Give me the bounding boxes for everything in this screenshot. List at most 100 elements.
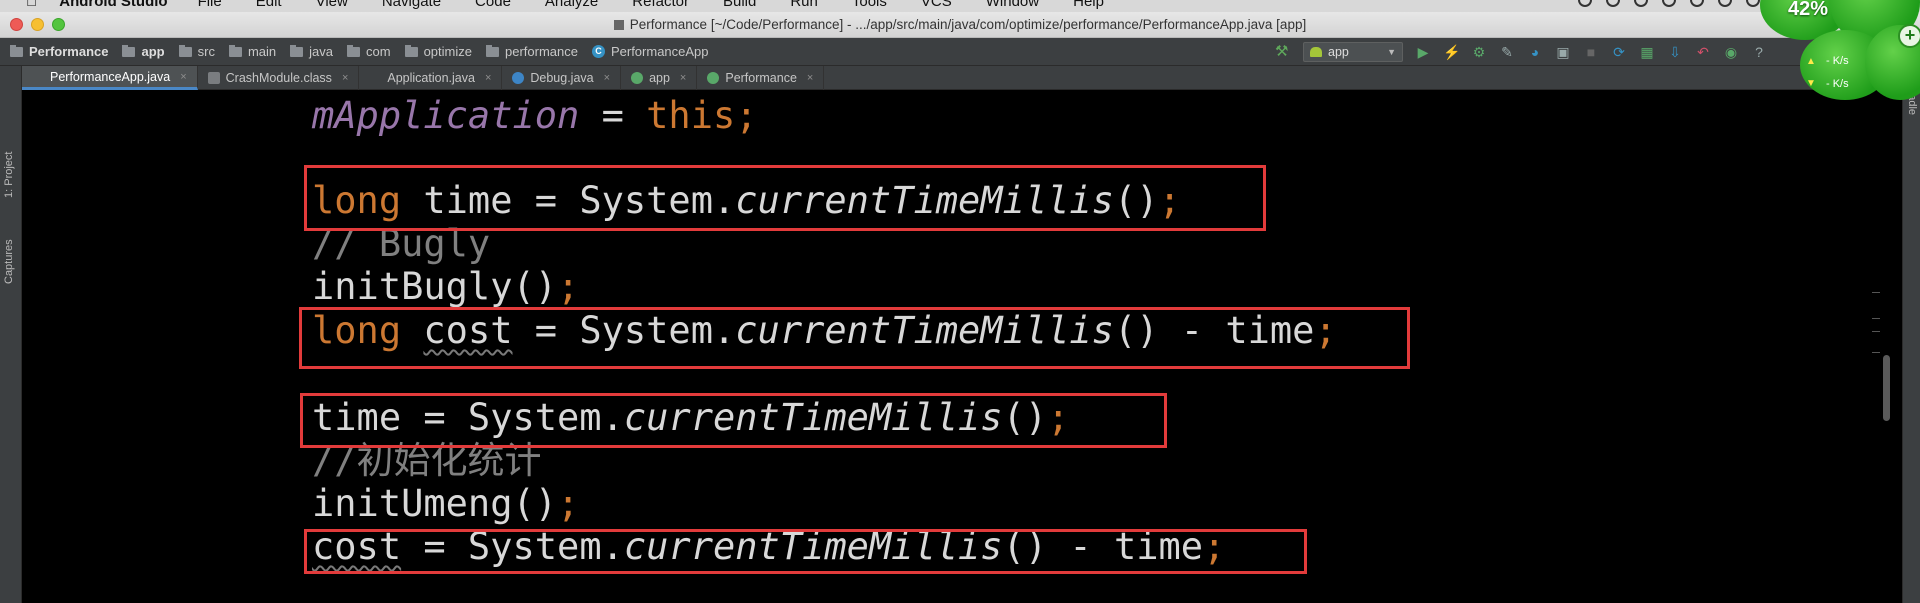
- tray-icon[interactable]: [1718, 0, 1732, 7]
- project-tool-button[interactable]: 1: Project: [3, 152, 15, 198]
- sync-gradle-icon[interactable]: ⟳: [1611, 44, 1627, 60]
- editor-tab[interactable]: PerformanceApp.java ×: [22, 66, 198, 90]
- breadcrumb-label: src: [197, 44, 215, 59]
- sdk-manager-icon[interactable]: ⇩: [1667, 44, 1683, 60]
- code-line[interactable]: initBugly();: [312, 266, 579, 308]
- plus-icon[interactable]: +: [1898, 24, 1920, 48]
- editor-tab[interactable]: app ×: [621, 66, 698, 90]
- captures-tool-button[interactable]: Captures: [3, 239, 15, 284]
- error-stripe-mark[interactable]: [1872, 331, 1880, 332]
- close-tab-icon[interactable]: ×: [604, 72, 610, 84]
- package-icon: [347, 44, 360, 57]
- stop-icon[interactable]: ■: [1583, 44, 1599, 60]
- folder-icon: [178, 44, 192, 57]
- undo-icon[interactable]: ↶: [1695, 44, 1711, 60]
- tray-icon[interactable]: [1634, 0, 1648, 7]
- editor-gutter[interactable]: [22, 90, 125, 603]
- profiler-icon[interactable]: ◕: [1527, 44, 1543, 60]
- editor-tab[interactable]: Performance ×: [697, 66, 825, 90]
- debug-icon[interactable]: ⚙: [1471, 44, 1487, 60]
- menu-navigate[interactable]: Navigate: [382, 0, 441, 10]
- editor-tab[interactable]: CrashModule.class ×: [198, 66, 360, 90]
- apple-menu-icon[interactable]: : [26, 0, 37, 10]
- macos-menu-bar:  Android Studio File Edit View Navigate Cod…: [0, 0, 1920, 12]
- menu-view[interactable]: View: [316, 0, 348, 10]
- highlight-box: [304, 165, 1266, 231]
- breadcrumb-item[interactable]: src: [178, 44, 215, 59]
- upload-arrow-icon: ▲: [1806, 56, 1816, 67]
- menu-tools[interactable]: Tools: [852, 0, 887, 10]
- tab-label: PerformanceApp.java: [50, 69, 171, 84]
- attach-debugger-icon[interactable]: ✎: [1499, 44, 1515, 60]
- breadcrumb-label: Performance: [29, 44, 109, 59]
- menu-edit[interactable]: Edit: [256, 0, 282, 10]
- main-toolbar: ⚒ app ▼ ▶ ⚡ ⚙ ✎ ◕ ▣ ■ ⟳ ▦ ⇩ ↶ ◉ ?: [1275, 42, 1767, 62]
- menu-window[interactable]: Window: [986, 0, 1039, 10]
- breadcrumb-item[interactable]: java: [290, 44, 333, 59]
- window-title-bar: Performance [~/Code/Performance] - .../a…: [0, 12, 1920, 38]
- menu-vcs[interactable]: VCS: [921, 0, 952, 10]
- breadcrumb-label: com: [366, 44, 391, 59]
- battery-percent: 42%: [1788, 0, 1829, 20]
- clover-monitor-widget[interactable]: 42% ▲ - K/s ▼ - K/s +: [1760, 0, 1920, 100]
- code-token: =: [579, 94, 647, 137]
- highlight-box: [300, 393, 1167, 448]
- menu-help[interactable]: Help: [1073, 0, 1104, 10]
- apply-changes-icon[interactable]: ⚡: [1443, 44, 1460, 60]
- breadcrumb-item[interactable]: C PerformanceApp: [591, 44, 709, 59]
- java-class-icon: [512, 72, 525, 84]
- close-tab-icon[interactable]: ×: [180, 71, 186, 83]
- breadcrumb-item[interactable]: com: [347, 44, 391, 59]
- breadcrumb-label: PerformanceApp: [610, 44, 709, 59]
- right-tool-window-bar: Gradle: [1902, 66, 1920, 603]
- close-tab-icon[interactable]: ×: [485, 72, 491, 84]
- breadcrumb-item[interactable]: optimize: [404, 44, 472, 59]
- menu-file[interactable]: File: [198, 0, 222, 10]
- help-icon[interactable]: ?: [1751, 44, 1767, 60]
- tray-icon[interactable]: [1578, 0, 1592, 7]
- android-monitor-icon[interactable]: ◉: [1723, 44, 1739, 60]
- folder-icon: [228, 44, 242, 57]
- menu-code[interactable]: Code: [475, 0, 511, 10]
- close-tab-icon[interactable]: ×: [680, 72, 686, 84]
- error-stripe-mark[interactable]: [1872, 292, 1880, 293]
- code-line[interactable]: mApplication = this;: [312, 95, 758, 137]
- error-stripe-mark[interactable]: [1872, 352, 1880, 353]
- menu-refactor[interactable]: Refactor: [632, 0, 689, 10]
- menu-build[interactable]: Build: [723, 0, 756, 10]
- avd-manager-icon[interactable]: ▦: [1639, 44, 1655, 60]
- editor-tab[interactable]: Application.java ×: [359, 66, 503, 90]
- breadcrumb-item[interactable]: app: [122, 44, 165, 59]
- folder-icon: [122, 44, 136, 57]
- class-icon: C: [591, 45, 605, 58]
- scrollbar-thumb[interactable]: [1883, 355, 1890, 421]
- breadcrumb-item[interactable]: Performance: [10, 44, 108, 59]
- menu-analyze[interactable]: Analyze: [545, 0, 598, 10]
- run-configuration-select[interactable]: app ▼: [1303, 42, 1403, 62]
- wifi-icon[interactable]: [1746, 0, 1760, 7]
- tray-icon[interactable]: [1662, 0, 1676, 7]
- breadcrumb: Performance app src main java com optimize perf…: [10, 44, 723, 59]
- run-icon[interactable]: ▶: [1415, 44, 1431, 60]
- menu-run[interactable]: Run: [790, 0, 818, 10]
- vertical-scrollbar[interactable]: [1880, 90, 1892, 603]
- tab-label: Application.java: [387, 71, 475, 85]
- tray-icon[interactable]: [1606, 0, 1620, 7]
- menu-app-name[interactable]: Android Studio: [59, 0, 167, 10]
- editor-tab[interactable]: Debug.java ×: [502, 66, 622, 90]
- code-token: initUmeng(): [312, 482, 558, 525]
- coverage-icon[interactable]: ▣: [1555, 44, 1571, 60]
- code-line[interactable]: initUmeng();: [312, 483, 579, 525]
- make-project-hammer-icon[interactable]: ⚒: [1275, 44, 1291, 60]
- breadcrumb-label: optimize: [423, 44, 472, 59]
- breadcrumb-item[interactable]: main: [228, 44, 276, 59]
- gradle-file-icon: [707, 72, 720, 84]
- tray-icon[interactable]: [1690, 0, 1704, 7]
- breadcrumb-item[interactable]: performance: [485, 44, 578, 59]
- error-stripe-mark[interactable]: [1872, 318, 1880, 319]
- close-tab-icon[interactable]: ×: [342, 72, 348, 84]
- download-arrow-icon: ▼: [1806, 78, 1816, 89]
- android-icon: [1310, 47, 1322, 57]
- code-token: ;: [735, 94, 758, 137]
- close-tab-icon[interactable]: ×: [807, 72, 813, 84]
